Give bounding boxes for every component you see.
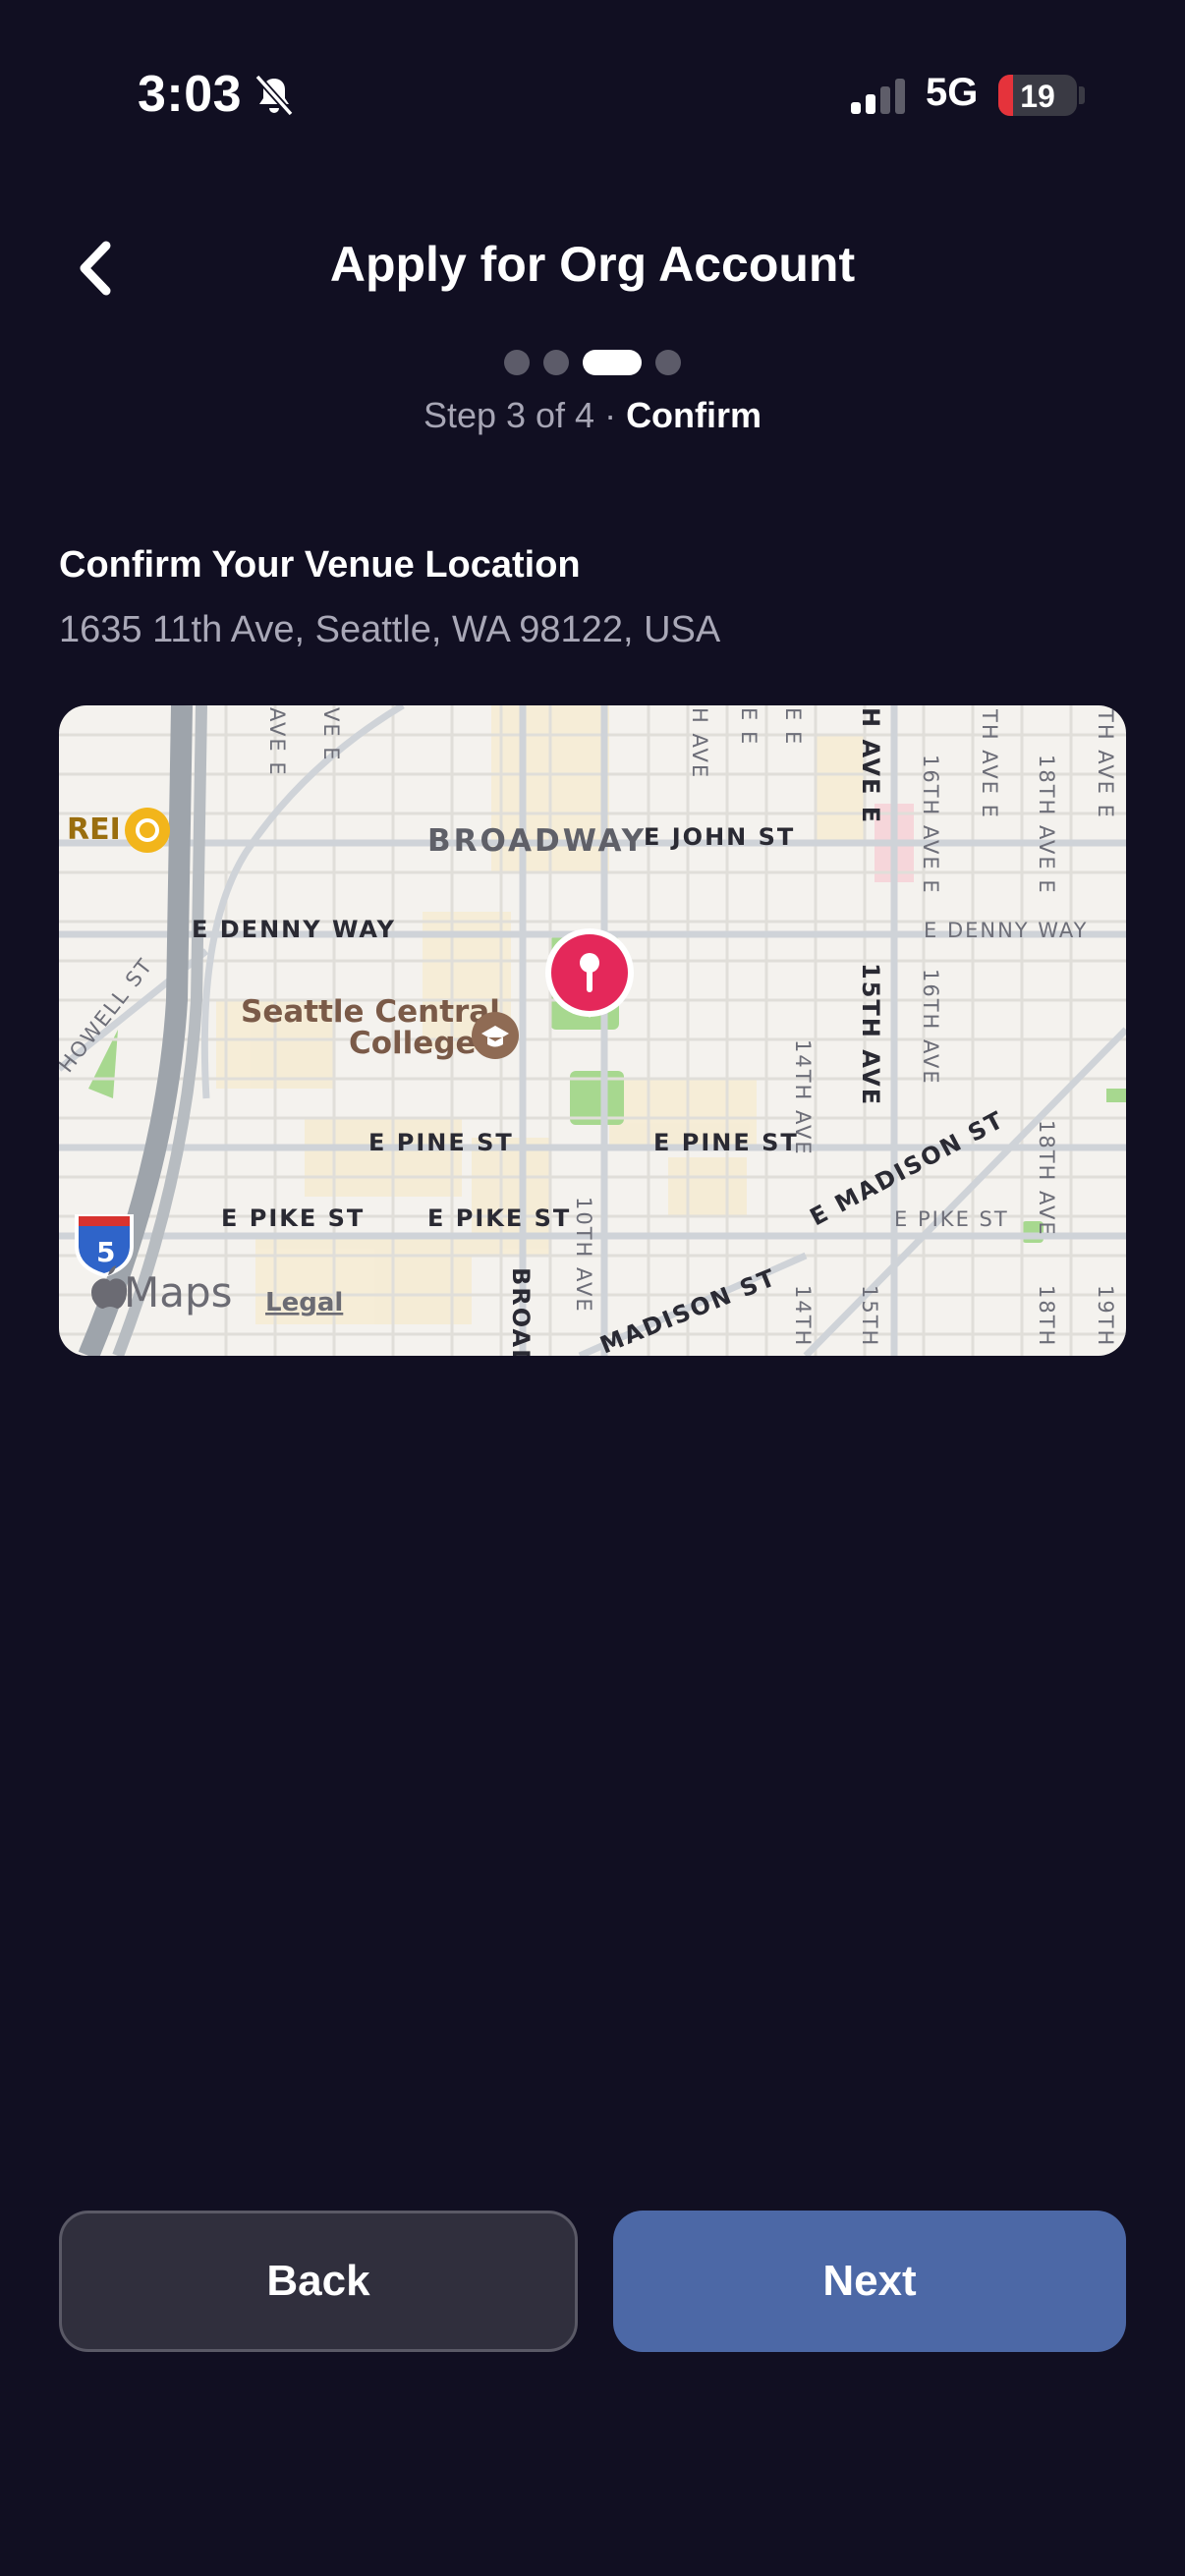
street-label-denny-e: E DENNY WAY xyxy=(924,919,1088,942)
street-label-16th-lower: 16TH AVE xyxy=(919,969,942,1086)
street-label-19th-bottom: 19TH xyxy=(1094,1285,1117,1347)
page-title: Apply for Org Account xyxy=(329,237,856,292)
battery-icon: 19 xyxy=(998,75,1077,116)
street-label-top-3: H AVE xyxy=(688,707,711,779)
street-label-14th: 14TH AVE xyxy=(791,1039,815,1156)
map-legal-link[interactable]: Legal xyxy=(265,1288,343,1317)
street-label-16th: 16TH AVE E xyxy=(919,755,942,895)
step-dot xyxy=(655,350,681,375)
battery-percent: 19 xyxy=(1020,79,1055,114)
battery-tip xyxy=(1079,86,1085,104)
store-icon[interactable] xyxy=(125,808,170,853)
street-label-15th-top: H AVE E xyxy=(857,707,884,824)
step-dot xyxy=(504,350,530,375)
poi-college-label-1: Seattle Central xyxy=(241,994,500,1030)
street-label-18th: 18TH AVE E xyxy=(1035,755,1058,895)
street-label-top-4: E E xyxy=(737,707,761,746)
street-label-pine-e: E PINE ST xyxy=(653,1129,799,1156)
interstate-shield-icon: 5 xyxy=(75,1214,134,1278)
street-label-top-5: E E xyxy=(781,707,805,746)
street-label-pike-1: E PIKE ST xyxy=(221,1204,365,1232)
street-label-15th: 15TH AVE xyxy=(857,963,884,1106)
venue-address: 1635 11th Ave, Seattle, WA 98122, USA xyxy=(59,609,721,650)
map-view[interactable]: E JOHN ST E DENNY WAY E PINE ST E PINE S… xyxy=(59,705,1126,1356)
neighborhood-label: BROADWAY xyxy=(427,823,647,859)
street-label-denny-w: E DENNY WAY xyxy=(192,916,396,943)
street-label-19th: TH AVE E xyxy=(1094,708,1117,819)
street-label-pike-2: E PIKE ST xyxy=(427,1204,571,1232)
network-type: 5G xyxy=(926,71,979,114)
street-label-15th-bottom: 15TH xyxy=(858,1285,881,1347)
bell-slash-icon xyxy=(254,74,294,117)
graduation-cap-icon[interactable] xyxy=(472,1012,519,1059)
back-button[interactable]: Back xyxy=(59,2211,578,2352)
street-label-18th-lower: 18TH AVE xyxy=(1035,1120,1058,1237)
street-label-pike-3: E PIKE ST xyxy=(894,1207,1009,1231)
section-heading: Confirm Your Venue Location xyxy=(59,544,581,586)
step-dot xyxy=(543,350,569,375)
interstate-number: 5 xyxy=(96,1236,115,1268)
poi-college-label-2: College xyxy=(349,1026,477,1061)
street-label-john: E JOHN ST xyxy=(644,823,795,851)
street-label-18th-bottom: 18TH xyxy=(1035,1285,1058,1347)
status-time: 3:03 xyxy=(138,66,243,123)
step-label: Step 3 of 4 · Confirm xyxy=(0,395,1185,436)
chevron-left-icon[interactable] xyxy=(71,236,126,301)
street-label-14th-bottom: 14TH xyxy=(791,1285,815,1347)
street-label-broadway-v: BROAD xyxy=(507,1267,535,1356)
street-label-17th: TH AVE E xyxy=(978,708,1001,819)
step-dot-active xyxy=(583,350,642,375)
poi-store-label: REI xyxy=(67,812,121,847)
next-button[interactable]: Next xyxy=(613,2211,1126,2352)
street-label-top-2: VE E xyxy=(319,707,343,762)
step-label-name: Confirm xyxy=(626,395,762,435)
cellular-signal-icon xyxy=(851,79,905,114)
map-attribution: Maps xyxy=(124,1268,233,1316)
street-label-top-1: AVE E xyxy=(265,707,289,777)
step-label-prefix: Step 3 of 4 · xyxy=(423,395,627,435)
street-label-10th: 10TH AVE xyxy=(572,1197,595,1314)
street-label-pine-w: E PINE ST xyxy=(368,1129,514,1156)
step-indicator xyxy=(0,350,1185,375)
